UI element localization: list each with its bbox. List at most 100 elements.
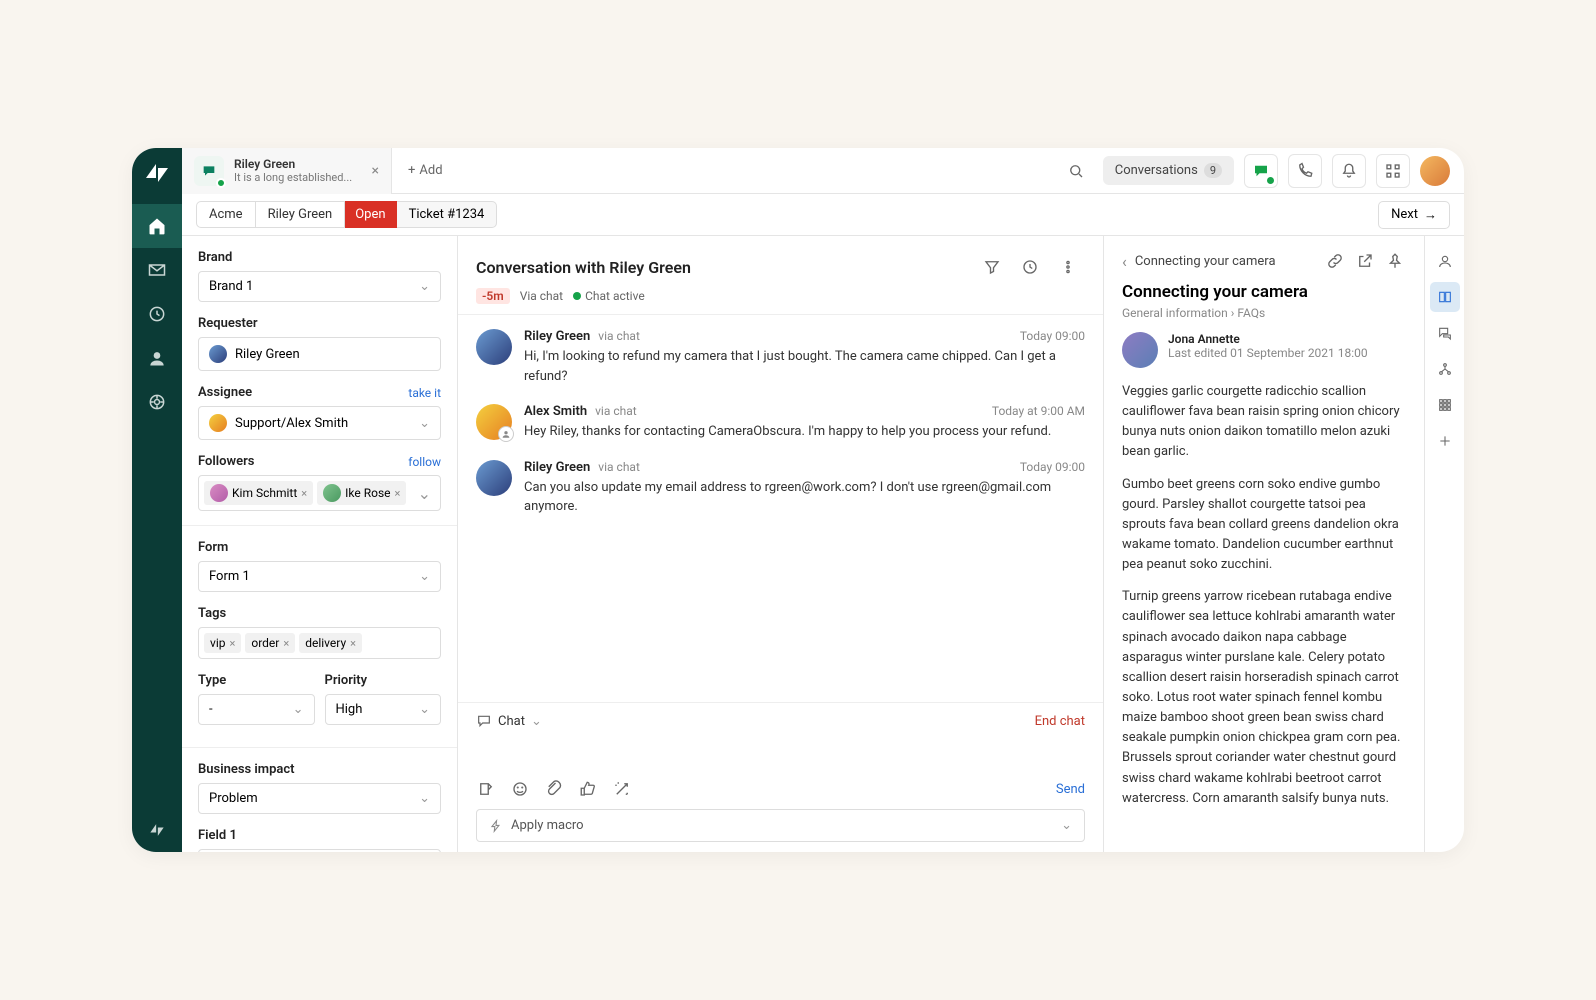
article-title: Connecting your camera bbox=[1122, 282, 1406, 302]
close-icon[interactable]: × bbox=[372, 163, 379, 179]
chevron-down-icon: ⌄ bbox=[419, 279, 430, 294]
nav-user-icon[interactable] bbox=[132, 336, 182, 380]
nav-home-icon[interactable] bbox=[132, 204, 182, 248]
requester-label: Requester bbox=[198, 316, 441, 331]
thumbs-up-icon[interactable] bbox=[578, 779, 598, 799]
field1-select[interactable]: -⌄ bbox=[198, 849, 441, 852]
nav-mail-icon[interactable] bbox=[132, 248, 182, 292]
chat-active-indicator: Chat active bbox=[573, 289, 645, 303]
ticket-tab[interactable]: Riley Green It is a long established... … bbox=[182, 148, 392, 194]
edited-date: Last edited 01 September 2021 18:00 bbox=[1168, 346, 1368, 360]
knowledge-panel: ‹ Connecting your camera Connecting your… bbox=[1104, 236, 1424, 852]
end-chat-button[interactable]: End chat bbox=[1035, 714, 1085, 729]
online-status-dot bbox=[216, 178, 226, 188]
user-avatar[interactable] bbox=[1420, 156, 1450, 186]
follow-link[interactable]: follow bbox=[408, 455, 441, 469]
brand-select[interactable]: Brand 1⌄ bbox=[198, 271, 441, 302]
take-it-link[interactable]: take it bbox=[408, 386, 441, 400]
remove-icon[interactable]: × bbox=[350, 637, 356, 650]
composer: Chat ⌄ End chat Send bbox=[458, 702, 1103, 852]
add-tab-button[interactable]: +Add bbox=[392, 163, 459, 178]
apps-grid-icon[interactable] bbox=[1376, 154, 1410, 188]
author-avatar bbox=[1122, 332, 1158, 368]
attachment-icon[interactable] bbox=[544, 779, 564, 799]
nav-zendesk-icon[interactable] bbox=[132, 808, 182, 852]
message-list: Riley Green via chat Today 09:00 Hi, I'm… bbox=[458, 315, 1103, 702]
remove-icon[interactable]: × bbox=[283, 637, 289, 650]
more-icon[interactable] bbox=[1051, 250, 1085, 284]
context-chat-icon[interactable] bbox=[1430, 318, 1460, 348]
nav-help-icon[interactable] bbox=[132, 380, 182, 424]
chevron-down-icon: ⌄ bbox=[419, 416, 430, 431]
chevron-down-icon: ⌄ bbox=[419, 702, 430, 717]
channel-selector[interactable]: Chat ⌄ bbox=[476, 713, 542, 729]
business-impact-select[interactable]: Problem⌄ bbox=[198, 783, 441, 814]
text-format-icon[interactable] bbox=[476, 779, 496, 799]
type-select[interactable]: -⌄ bbox=[198, 694, 315, 725]
message-via: via chat bbox=[595, 404, 637, 418]
breadcrumb-requester[interactable]: Riley Green bbox=[256, 201, 346, 228]
chevron-down-icon: ⌄ bbox=[419, 791, 430, 806]
message-text: Hey Riley, thanks for contacting CameraO… bbox=[524, 422, 1085, 442]
ticket-form-panel: Brand Brand 1⌄ Requester Riley Green Ass… bbox=[182, 236, 458, 852]
author-name: Jona Annette bbox=[1168, 332, 1368, 346]
filter-icon[interactable] bbox=[975, 250, 1009, 284]
remove-icon[interactable]: × bbox=[301, 487, 307, 500]
brand-label: Brand bbox=[198, 250, 441, 265]
context-knowledge-icon[interactable] bbox=[1430, 282, 1460, 312]
emoji-icon[interactable] bbox=[510, 779, 530, 799]
phone-icon[interactable] bbox=[1288, 154, 1322, 188]
message: Alex Smith via chat Today at 9:00 AM Hey… bbox=[476, 404, 1085, 442]
search-icon[interactable] bbox=[1059, 154, 1093, 188]
magic-wand-icon[interactable] bbox=[612, 779, 632, 799]
chat-status-indicator[interactable] bbox=[1244, 154, 1278, 188]
history-icon[interactable] bbox=[1013, 250, 1047, 284]
field1-label: Field 1 bbox=[198, 828, 441, 843]
tags-label: Tags bbox=[198, 606, 441, 621]
avatar bbox=[323, 484, 341, 502]
link-icon[interactable] bbox=[1324, 250, 1346, 272]
priority-select[interactable]: High⌄ bbox=[325, 694, 442, 725]
breadcrumb-org[interactable]: Acme bbox=[196, 201, 256, 228]
agent-badge-icon bbox=[498, 426, 514, 442]
conversation-title: Conversation with Riley Green bbox=[476, 258, 691, 277]
message-time: Today at 9:00 AM bbox=[992, 404, 1085, 418]
apply-macro-button[interactable]: Apply macro ⌄ bbox=[476, 809, 1085, 842]
message-avatar bbox=[476, 404, 512, 440]
context-user-icon[interactable] bbox=[1430, 246, 1460, 276]
message-time: Today 09:00 bbox=[1020, 460, 1085, 474]
back-icon[interactable]: ‹ bbox=[1122, 252, 1127, 271]
remove-icon[interactable]: × bbox=[229, 637, 235, 650]
remove-icon[interactable]: × bbox=[395, 487, 401, 500]
context-add-icon[interactable] bbox=[1430, 426, 1460, 456]
context-apps-icon[interactable] bbox=[1430, 390, 1460, 420]
context-hierarchy-icon[interactable] bbox=[1430, 354, 1460, 384]
follower-chip: Kim Schmitt× bbox=[204, 481, 313, 505]
assignee-label: Assignee bbox=[198, 385, 252, 400]
lightning-icon bbox=[489, 819, 503, 833]
message-text: Hi, I'm looking to refund my camera that… bbox=[524, 347, 1085, 386]
tag-chip: delivery× bbox=[299, 633, 362, 653]
conversation-panel: Conversation with Riley Green -5m Via ch… bbox=[458, 236, 1104, 852]
conversations-button[interactable]: Conversations 9 bbox=[1103, 156, 1234, 185]
nav-clock-icon[interactable] bbox=[132, 292, 182, 336]
external-link-icon[interactable] bbox=[1354, 250, 1376, 272]
content-area: Brand Brand 1⌄ Requester Riley Green Ass… bbox=[182, 236, 1464, 852]
followers-input[interactable]: Kim Schmitt× Ike Rose× ⌄ bbox=[198, 475, 441, 511]
assignee-select[interactable]: Support/Alex Smith⌄ bbox=[198, 406, 441, 440]
chevron-down-icon: ⌄ bbox=[419, 569, 430, 584]
send-button[interactable]: Send bbox=[1056, 782, 1085, 797]
message-time: Today 09:00 bbox=[1020, 329, 1085, 343]
pin-icon[interactable] bbox=[1384, 250, 1406, 272]
bell-icon[interactable] bbox=[1332, 154, 1366, 188]
form-select[interactable]: Form 1⌄ bbox=[198, 561, 441, 592]
chevron-down-icon: ⌄ bbox=[293, 702, 304, 717]
message: Riley Green via chat Today 09:00 Hi, I'm… bbox=[476, 329, 1085, 386]
tags-input[interactable]: vip× order× delivery× bbox=[198, 627, 441, 659]
next-button[interactable]: Next → bbox=[1378, 201, 1450, 229]
message-author: Riley Green bbox=[524, 460, 590, 475]
article-breadcrumb: General information › FAQs bbox=[1122, 306, 1406, 320]
chat-icon bbox=[194, 156, 224, 186]
requester-select[interactable]: Riley Green bbox=[198, 337, 441, 371]
type-label: Type bbox=[198, 673, 315, 688]
